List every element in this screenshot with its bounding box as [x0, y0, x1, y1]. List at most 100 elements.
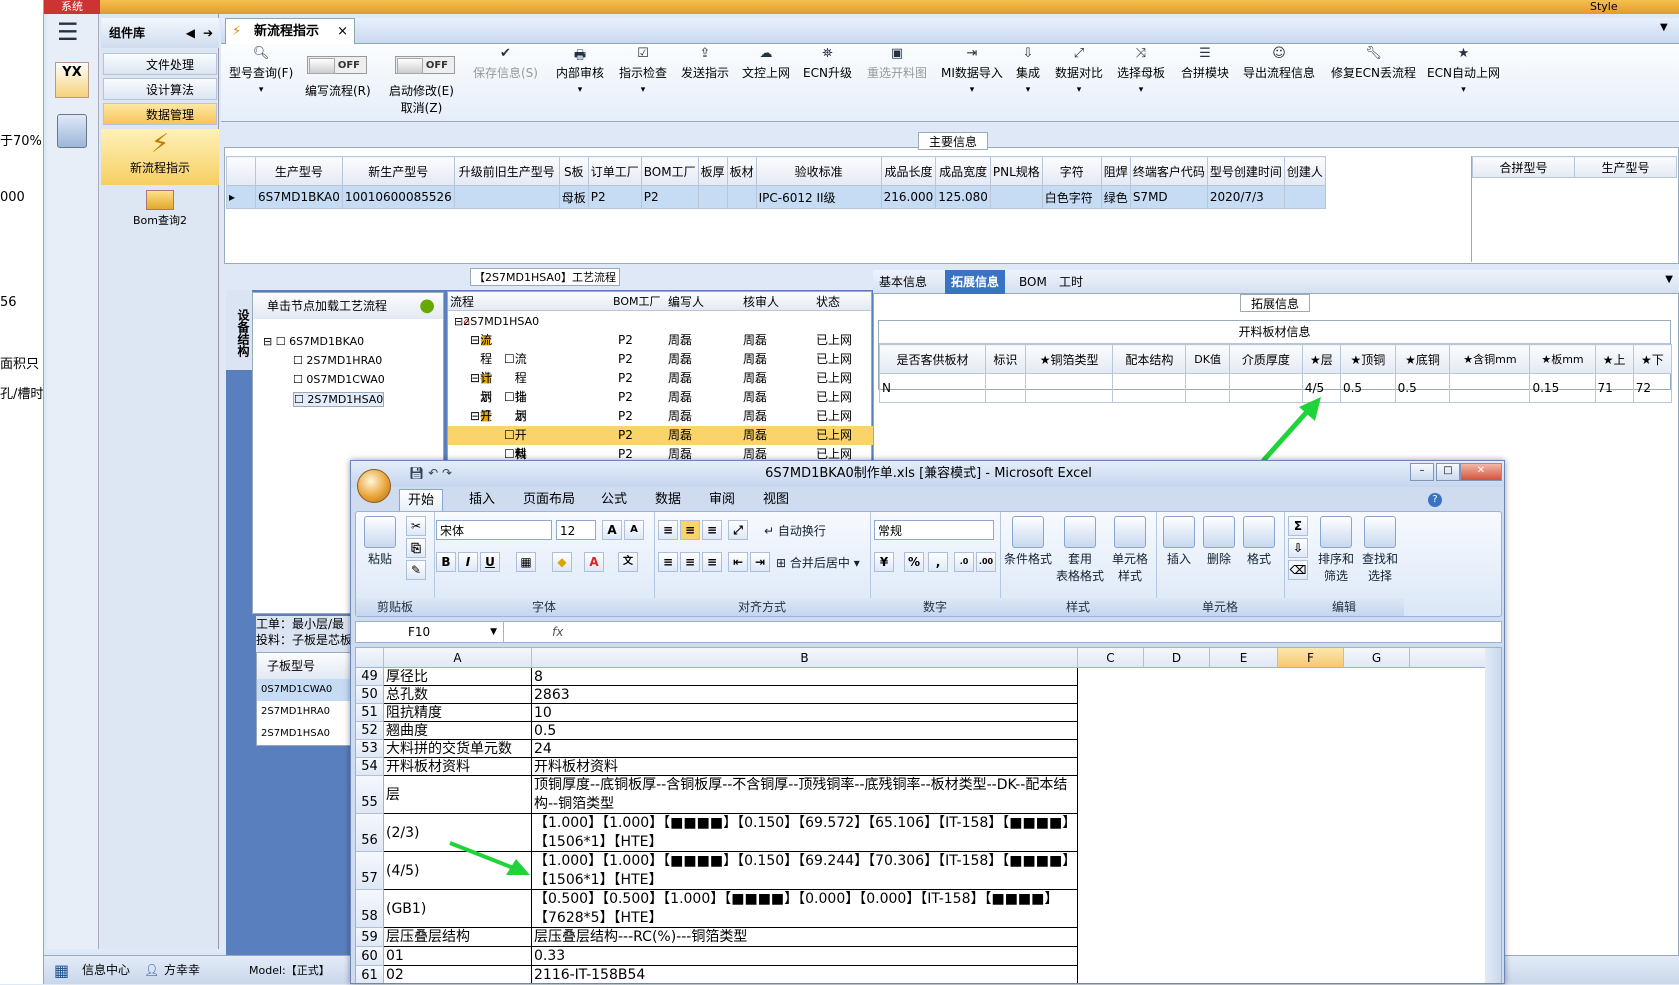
column-header[interactable]: 配本结构 [1112, 344, 1187, 374]
sidebar-item-algorithm[interactable]: 设计算法 [103, 78, 217, 100]
column-header-selected[interactable]: F [1278, 648, 1344, 668]
table-cell[interactable] [1185, 373, 1230, 403]
column-header[interactable]: DK值 [1185, 344, 1230, 374]
find-select-button[interactable]: 查找和 选择 [1360, 516, 1400, 584]
table-row[interactable]: ▸ 6S7MD1BKA0 10010600085526 母板 P2 P2 IPC… [226, 185, 1326, 209]
cell-a[interactable]: 大料拼的交货单元数 [384, 740, 532, 758]
copy-icon[interactable]: ⎘ [406, 538, 426, 558]
column-header[interactable]: C [1078, 648, 1144, 668]
chevron-down-icon[interactable]: ▼ [1660, 22, 1668, 33]
column-header[interactable]: ★下 [1632, 344, 1673, 374]
wrap-text-button[interactable]: ↵ 自动换行 [764, 522, 826, 539]
column-header[interactable]: ★顶铜 [1339, 344, 1396, 374]
menu-icon[interactable]: ☰ [57, 20, 87, 46]
row-header[interactable]: 60 [356, 947, 384, 966]
table-cell[interactable] [1024, 373, 1114, 403]
decrease-decimal-icon[interactable]: .00 [976, 552, 996, 572]
cell-a[interactable]: 02 [384, 966, 532, 983]
column-header[interactable]: 型号创建时间 [1206, 156, 1285, 186]
table-row[interactable]: 0S7MD1CWA0 [257, 679, 351, 701]
align-left-icon[interactable]: ≡ [658, 552, 678, 572]
table-cell[interactable] [453, 185, 560, 209]
shrink-font-icon[interactable]: A [624, 520, 644, 540]
tab-bom[interactable]: BOM [1013, 270, 1053, 294]
redo-icon[interactable]: ↷ [442, 466, 452, 480]
table-cell[interactable]: 125.080 [935, 185, 991, 209]
increase-decimal-icon[interactable]: .0 [954, 552, 974, 572]
reselect-map-button[interactable]: ▣ 重选开料图 [867, 46, 927, 81]
info-center-link[interactable]: 信息中心 [82, 956, 130, 985]
table-cell[interactable]: 0.5 [1394, 373, 1451, 403]
table-cell[interactable]: 绿色 [1100, 185, 1131, 209]
cell-b[interactable]: 8 [532, 668, 1078, 686]
table-cell[interactable]: 71 [1594, 373, 1634, 403]
save-info-button[interactable]: ✔ 保存信息(S) [473, 46, 538, 81]
table-row[interactable]: 2S7MD1HSA0 [257, 723, 351, 745]
column-header[interactable]: E [1210, 648, 1278, 668]
conditional-format-button[interactable]: 条件格式 [1004, 516, 1052, 567]
row-header[interactable]: 59 [356, 928, 384, 947]
help-icon[interactable]: ? [1428, 493, 1442, 507]
column-header[interactable]: 介质厚度 [1228, 344, 1303, 374]
cut-icon[interactable]: ✂ [406, 516, 426, 536]
fix-ecn-button[interactable]: 🔧︎ 修复ECN丢流程 [1331, 46, 1416, 81]
ribbon-tab-review[interactable]: 审阅 [701, 489, 743, 511]
column-header[interactable]: G [1344, 648, 1410, 668]
cell-b[interactable]: 层压叠层结构---RC(%)---铜箔类型 [532, 928, 1078, 947]
table-cell[interactable]: 6S7MD1BKA0 [255, 185, 343, 209]
minimize-button[interactable]: – [1410, 463, 1434, 481]
flow-row[interactable]: ⊟ ■ 流程指示 P2 周磊 周磊 已上网 [448, 331, 873, 404]
fill-color-icon[interactable]: ◆ [552, 552, 572, 572]
cell-a[interactable]: 总孔数 [384, 686, 532, 704]
grow-font-icon[interactable]: A [602, 520, 622, 540]
percent-icon[interactable]: % [904, 552, 924, 572]
ecn-auto-button[interactable]: ★ ECN自动上网 ▾ [1427, 46, 1500, 95]
table-cell[interactable] [1449, 373, 1531, 403]
column-header[interactable]: ★上 [1594, 344, 1634, 374]
cell-b[interactable]: 【1.000】【1.000】【■■■■】【0.150】【69.572】【65.1… [532, 814, 1078, 852]
ecn-upgrade-button[interactable]: ⛯ ECN升级 [803, 46, 852, 81]
align-bottom-icon[interactable]: ≡ [702, 520, 722, 540]
table-cell[interactable]: 白色字符 [1041, 185, 1102, 209]
align-top-icon[interactable]: ≡ [658, 520, 678, 540]
orientation-icon[interactable]: ⤢ [728, 520, 748, 540]
row-header[interactable]: 51 [356, 704, 384, 722]
sidebar-item-file[interactable]: 文件处理 [103, 53, 217, 75]
mi-import-button[interactable]: ⇥ MI数据导入 ▾ [941, 46, 1003, 95]
cell-a[interactable]: 层压叠层结构 [384, 928, 532, 947]
column-header[interactable]: ★板mm [1529, 344, 1596, 374]
table-cell[interactable]: 216.000 [880, 185, 937, 209]
row-header[interactable]: 53 [356, 740, 384, 758]
cell-a[interactable]: 层 [384, 776, 532, 814]
cell-a[interactable]: 01 [384, 947, 532, 966]
column-header[interactable]: 是否客供板材 [879, 344, 986, 374]
style-menu[interactable]: Style [1590, 0, 1618, 13]
table-cell[interactable]: S7MD [1129, 185, 1208, 209]
column-header[interactable]: S板 [558, 156, 589, 186]
table-cell[interactable]: N [879, 373, 986, 403]
delete-cells-button[interactable]: 删除 [1200, 516, 1238, 567]
increase-indent-icon[interactable]: ⇥ [750, 552, 770, 572]
column-header[interactable]: 子板型号 [257, 653, 351, 679]
name-box[interactable]: F10 ▼ [356, 622, 504, 642]
bom-query-module[interactable]: Bom查询2 [101, 188, 219, 232]
flow-row[interactable]: ☐ 计划投料P2周磊周磊已上网 [448, 388, 873, 461]
row-header[interactable]: 57 [356, 852, 384, 890]
column-header[interactable]: ★含铜mm [1449, 344, 1531, 374]
ribbon-tab-formulas[interactable]: 公式 [593, 489, 635, 511]
column-header[interactable]: 升级前旧生产型号 [453, 156, 560, 186]
column-header[interactable]: 编写人 [668, 293, 704, 310]
table-cell[interactable]: 2020/7/3 [1206, 185, 1285, 209]
cell-b[interactable]: 开料板材资料 [532, 758, 1078, 776]
column-header[interactable]: 标识 [984, 344, 1026, 374]
row-header[interactable]: 49 [356, 668, 384, 686]
model-query-button[interactable]: 🔍︎ 型号查询(F) ▾ [229, 46, 293, 95]
column-header[interactable]: 板厚 [697, 156, 728, 186]
column-header[interactable]: 状态 [816, 293, 840, 310]
table-cell[interactable] [697, 185, 728, 209]
column-header[interactable]: PNL规格 [989, 156, 1043, 186]
new-flow-module[interactable]: ⚡ 新流程指示 [101, 129, 219, 185]
yx-logo-icon[interactable]: YX [55, 62, 89, 98]
start-modify-toggle[interactable]: OFF [395, 56, 455, 74]
column-header[interactable]: BOM工厂 [613, 293, 661, 309]
